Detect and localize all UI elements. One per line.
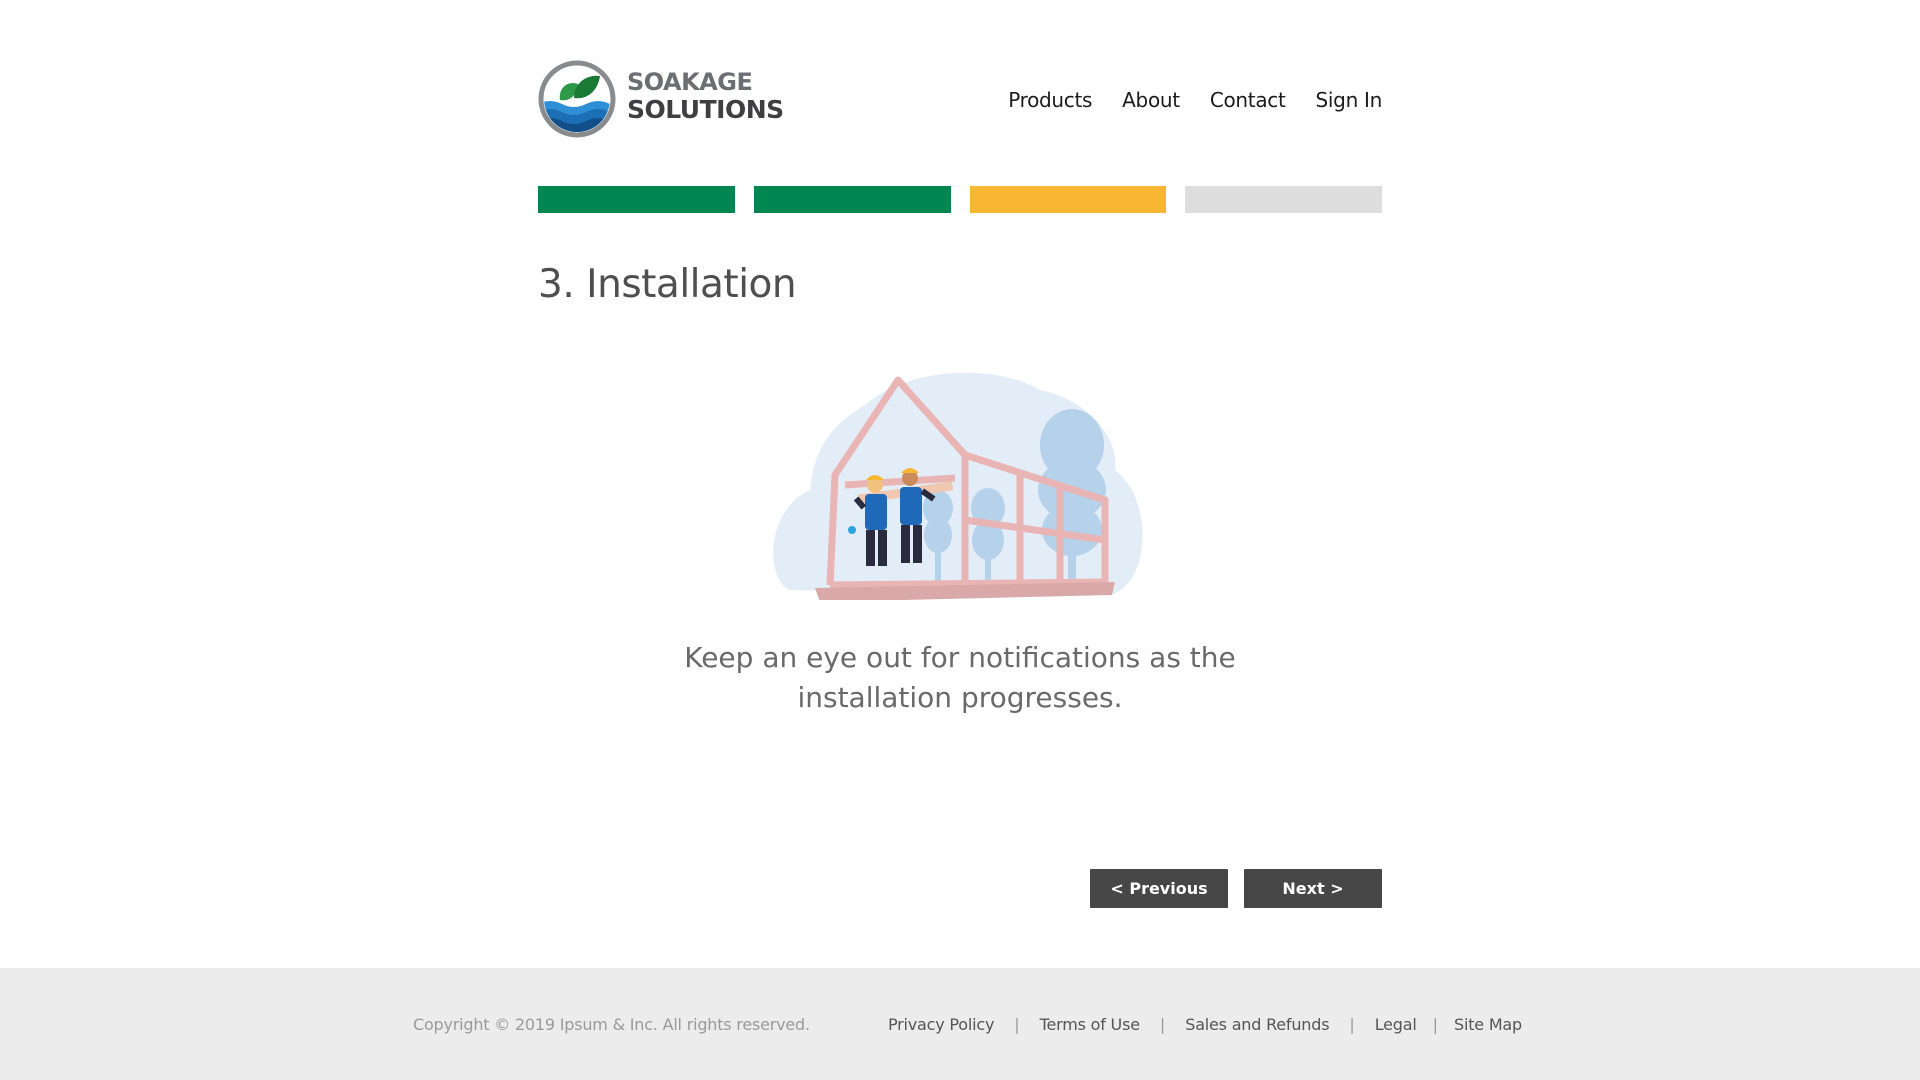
progress-segment-1 <box>538 186 735 213</box>
next-button[interactable]: Next > <box>1244 869 1382 908</box>
footer-link-site-map[interactable]: Site Map <box>1454 1015 1522 1034</box>
progress-segment-3 <box>969 186 1167 213</box>
step-progress-bar <box>538 186 1382 213</box>
nav-item-products[interactable]: Products <box>1008 88 1092 112</box>
nav-item-contact[interactable]: Contact <box>1210 88 1286 112</box>
step-title: 3. Installation <box>538 262 797 307</box>
progress-segment-2 <box>753 186 951 213</box>
copyright-text: Copyright © 2019 Ipsum & Inc. All rights… <box>413 1015 810 1034</box>
footer-separator: | <box>1432 1015 1439 1034</box>
footer-separator: | <box>1349 1015 1355 1034</box>
brand-line-2: SOLUTIONS <box>627 95 784 124</box>
progress-segment-4 <box>1185 186 1382 213</box>
previous-button[interactable]: < Previous <box>1090 869 1228 908</box>
step-message: Keep an eye out for notifications as the… <box>684 641 1236 714</box>
brand-wordmark: SOAKAGE SOLUTIONS <box>627 68 784 124</box>
footer-link-privacy-policy[interactable]: Privacy Policy <box>888 1015 994 1034</box>
brand-logo[interactable]: SOAKAGE SOLUTIONS <box>538 58 784 140</box>
site-header: SOAKAGE SOLUTIONS Products About Contact… <box>538 58 1382 140</box>
brand-line-1: SOAKAGE <box>627 68 753 96</box>
construction-illustration <box>773 372 1143 600</box>
nav-item-sign-in[interactable]: Sign In <box>1316 88 1383 112</box>
footer-link-terms-of-use[interactable]: Terms of Use <box>1040 1015 1140 1034</box>
logo-emblem-icon <box>538 60 616 138</box>
footer-link-legal[interactable]: Legal <box>1375 1015 1417 1034</box>
footer-separator: | <box>1159 1015 1166 1034</box>
footer-links: Privacy Policy | Terms of Use | Sales an… <box>888 1015 1522 1034</box>
nav-item-about[interactable]: About <box>1122 88 1180 112</box>
footer-separator: | <box>1014 1015 1020 1034</box>
footer-link-sales-and-refunds[interactable]: Sales and Refunds <box>1185 1015 1329 1034</box>
main-nav: Products About Contact Sign In <box>1008 88 1382 112</box>
site-footer: Copyright © 2019 Ipsum & Inc. All rights… <box>0 968 1920 1080</box>
